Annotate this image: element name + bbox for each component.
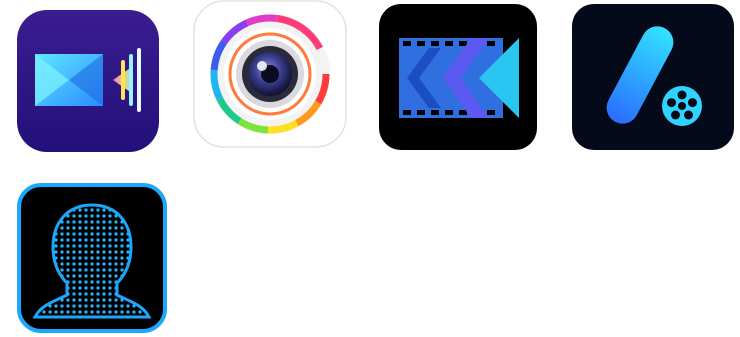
rainbow-camera-app-icon[interactable] xyxy=(193,0,347,148)
face-scan-app-icon[interactable] xyxy=(17,183,167,333)
app-icon-grid xyxy=(0,0,740,337)
face-scan-head-icon xyxy=(17,183,167,333)
film-strip-rewind-icon xyxy=(379,4,537,150)
pill-and-film-reel-icon xyxy=(572,4,734,150)
rainbow-camera-lens-icon xyxy=(193,0,347,148)
film-editor-app-icon[interactable] xyxy=(379,4,537,150)
pill-reel-app-icon[interactable] xyxy=(572,4,734,150)
video-editor-purple-icon xyxy=(17,10,159,152)
video-editor-purple-app-icon[interactable] xyxy=(17,10,159,152)
